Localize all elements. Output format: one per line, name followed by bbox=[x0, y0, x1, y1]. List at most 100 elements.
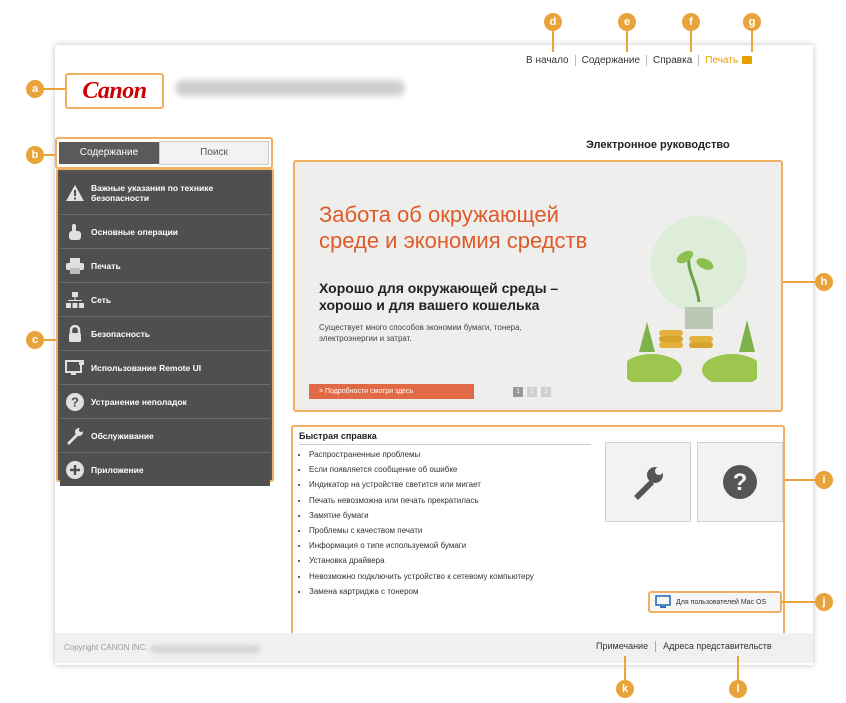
top-nav: В начало Содержание Справка Печать bbox=[520, 55, 758, 66]
home-link[interactable]: В начало bbox=[520, 55, 575, 66]
quick-help-item[interactable]: Замена картриджа с тонером bbox=[309, 586, 599, 597]
callout-k: k bbox=[616, 680, 634, 698]
sidebar-item-basic-operations[interactable]: Основные операции bbox=[60, 215, 270, 249]
callout-leader bbox=[751, 30, 753, 52]
quick-help-item[interactable]: Проблемы с качеством печати bbox=[309, 525, 599, 536]
help-link[interactable]: Справка bbox=[646, 55, 698, 66]
divider bbox=[299, 444, 591, 445]
quick-help-item[interactable]: Информация о типе используемой бумаги bbox=[309, 540, 599, 551]
notice-link[interactable]: Примечание bbox=[589, 641, 655, 652]
banner-headline: Забота об окружающей среде и экономия ср… bbox=[319, 202, 588, 253]
quick-help-item[interactable]: Если появляется сообщение об ошибке bbox=[309, 464, 599, 475]
hand-icon bbox=[65, 222, 85, 242]
callout-h: h bbox=[815, 273, 833, 291]
callout-leader bbox=[626, 30, 628, 52]
printer-icon bbox=[65, 256, 85, 276]
banner-pagination: 1 2 3 bbox=[513, 387, 551, 397]
quick-help-item[interactable]: Невозможно подключить устройство к сетев… bbox=[309, 571, 599, 582]
model-name-blurred bbox=[175, 80, 405, 96]
sidebar-item-label: Важные указания по технике безопасности bbox=[91, 183, 214, 203]
callout-j: j bbox=[815, 593, 833, 611]
print-icon bbox=[742, 56, 753, 65]
offices-link[interactable]: Адреса представительств bbox=[655, 641, 779, 652]
sidebar-item-print[interactable]: Печать bbox=[60, 249, 270, 283]
troubleshooting-button[interactable]: ? bbox=[697, 442, 783, 522]
mac-users-label: Для пользователей Mac OS bbox=[676, 598, 767, 606]
sidebar-item-label: Устранение неполадок bbox=[91, 396, 187, 407]
callout-c: c bbox=[26, 331, 44, 349]
footer-nav: Примечание Адреса представительств bbox=[589, 641, 779, 652]
banner-details-link[interactable]: > Подробности смотри здесь bbox=[309, 384, 474, 399]
contents-link[interactable]: Содержание bbox=[574, 55, 646, 66]
computer-icon bbox=[655, 595, 671, 608]
wrench-icon bbox=[634, 467, 663, 500]
callout-leader bbox=[690, 30, 692, 52]
sidebar-item-label: Основные операции bbox=[91, 226, 179, 237]
banner-subheadline: Хорошо для окружающей среды – хорошо и д… bbox=[319, 280, 559, 313]
quick-help-item[interactable]: Печать невозможна или печать прекратилас… bbox=[309, 495, 599, 506]
sidebar-item-maintenance[interactable]: Обслуживание bbox=[60, 419, 270, 453]
callout-f: f bbox=[682, 13, 700, 31]
print-link[interactable]: Печать bbox=[698, 55, 758, 66]
mac-users-button[interactable]: Для пользователей Mac OS bbox=[648, 591, 782, 613]
svg-text:?: ? bbox=[71, 394, 79, 409]
quick-help-title: Быстрая справка bbox=[299, 431, 377, 441]
callout-leader bbox=[552, 30, 554, 52]
sidebar-item-label: Использование Remote UI bbox=[91, 362, 202, 373]
callout-e: e bbox=[618, 13, 636, 31]
banner-text: Существует много способов экономии бумаг… bbox=[319, 323, 522, 343]
canon-logo[interactable]: Canon bbox=[65, 73, 164, 109]
banner-page-1[interactable]: 1 bbox=[513, 387, 523, 397]
callout-leader bbox=[785, 479, 817, 481]
callout-leader bbox=[624, 656, 626, 680]
callout-i: i bbox=[815, 471, 833, 489]
callout-leader bbox=[783, 281, 817, 283]
page-title: Электронное руководство bbox=[586, 139, 730, 151]
quick-help-item[interactable]: Установка драйвера bbox=[309, 555, 599, 566]
sidebar-item-label: Безопасность bbox=[91, 328, 150, 339]
svg-text:?: ? bbox=[733, 469, 748, 496]
callout-a: a bbox=[26, 80, 44, 98]
callout-l: l bbox=[729, 680, 747, 698]
lock-icon bbox=[65, 324, 85, 344]
sidebar-item-label: Сеть bbox=[91, 294, 112, 305]
network-icon bbox=[65, 290, 85, 310]
sidebar-item-safety[interactable]: Важные указания по технике безопасности bbox=[60, 172, 270, 215]
banner-page-2[interactable]: 2 bbox=[527, 387, 537, 397]
print-label: Печать bbox=[705, 55, 739, 66]
question-icon: ? bbox=[723, 465, 757, 499]
question-icon: ? bbox=[65, 392, 85, 412]
quick-help-item[interactable]: Распространенные проблемы bbox=[309, 449, 599, 460]
tab-contents[interactable]: Содержание bbox=[59, 142, 159, 164]
callout-g: g bbox=[743, 13, 761, 31]
callout-b: b bbox=[26, 146, 44, 164]
logo-text: Canon bbox=[82, 77, 147, 104]
sidebar-item-label: Приложение bbox=[91, 464, 144, 475]
quick-help-item[interactable]: Замятие бумаги bbox=[309, 510, 599, 521]
sidebar-item-label: Обслуживание bbox=[91, 430, 154, 441]
wrench-icon bbox=[65, 426, 85, 446]
sidebar-item-security[interactable]: Безопасность bbox=[60, 317, 270, 351]
maintenance-button[interactable] bbox=[605, 442, 691, 522]
callout-leader bbox=[737, 656, 739, 680]
copyright: Copyright CANON INC. bbox=[64, 643, 148, 652]
sidebar-item-appendix[interactable]: Приложение bbox=[60, 453, 270, 486]
feature-banner[interactable]: Забота об окружающей среде и экономия ср… bbox=[293, 160, 783, 412]
sidebar-item-troubleshooting[interactable]: ? Устранение неполадок bbox=[60, 385, 270, 419]
quick-help-list: Распространенные проблемы Если появляетс… bbox=[297, 449, 599, 601]
copyright-year-blurred bbox=[150, 645, 260, 653]
sidebar-item-remote-ui[interactable]: Использование Remote UI bbox=[60, 351, 270, 385]
warning-icon bbox=[65, 183, 85, 203]
plus-icon bbox=[65, 460, 85, 480]
sidebar-item-network[interactable]: Сеть bbox=[60, 283, 270, 317]
lightbulb-illustration bbox=[627, 216, 757, 382]
callout-leader bbox=[782, 601, 817, 603]
quick-help-item[interactable]: Индикатор на устройстве светится или миг… bbox=[309, 479, 599, 490]
banner-page-3[interactable]: 3 bbox=[541, 387, 551, 397]
tab-search[interactable]: Поиск bbox=[159, 141, 269, 165]
sidebar: Важные указания по технике безопасности … bbox=[56, 168, 274, 486]
nav-tabs: Содержание Поиск bbox=[55, 137, 273, 169]
sidebar-item-label: Печать bbox=[91, 260, 121, 271]
callout-d: d bbox=[544, 13, 562, 31]
monitor-icon bbox=[65, 358, 85, 378]
